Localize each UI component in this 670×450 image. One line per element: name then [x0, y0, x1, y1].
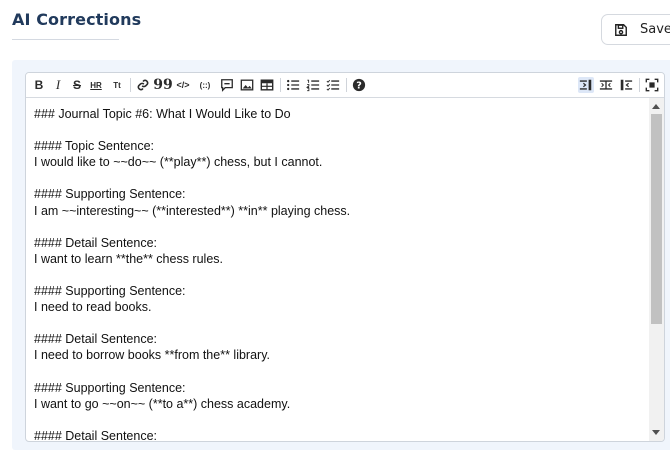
link-icon [137, 79, 149, 91]
fullscreen-button[interactable] [644, 77, 660, 93]
help-icon: ? [352, 78, 366, 92]
editor-line: I want to go ~~on~~ (**to a**) chess aca… [34, 396, 291, 411]
numbered-list-icon [306, 79, 320, 92]
svg-text:?: ? [356, 81, 362, 92]
code-block-button[interactable]: (::) [197, 77, 213, 93]
editor-line: I would like to ~~do~~ (**play**) chess,… [34, 155, 323, 170]
markdown-editor: B I S HR Tt 99 </> (::) ? ### Journal To… [25, 72, 665, 442]
fullscreen-icon [645, 78, 659, 92]
numbered-list-button[interactable] [305, 77, 321, 93]
quote-button[interactable]: 99 [153, 77, 172, 93]
toolbar-separator [346, 78, 347, 92]
editor-line: I need to read books. [34, 300, 152, 315]
preview-mode-icon [620, 79, 633, 91]
save-button-label: Save [640, 22, 670, 37]
toolbar-separator [639, 78, 640, 92]
preview-mode-button[interactable] [618, 77, 634, 93]
editor-line: #### Detail Sentence: [34, 235, 158, 250]
editor-scrollbar[interactable] [649, 98, 664, 441]
checklist-icon [326, 79, 340, 91]
page-title: AI Corrections [12, 10, 142, 29]
live-mode-icon [599, 80, 613, 90]
strikethrough-button[interactable]: S [69, 77, 85, 93]
editor-line: ### Journal Topic #6: What I Would Like … [34, 107, 291, 121]
title-underline [12, 39, 119, 40]
editor-line: #### Detail Sentence: [34, 428, 158, 441]
edit-mode-icon [579, 79, 592, 91]
table-icon [260, 79, 274, 91]
italic-button[interactable]: I [50, 77, 66, 93]
help-button[interactable]: ? [351, 77, 367, 93]
editor-toolbar: B I S HR Tt 99 </> (::) ? [26, 73, 664, 98]
editor-line: I am ~~interesting~~ (**interested**) **… [34, 203, 351, 218]
editor-line: #### Topic Sentence: [34, 139, 155, 154]
bold-button[interactable]: B [31, 77, 47, 93]
image-button[interactable] [239, 77, 255, 93]
editor-line: #### Supporting Sentence: [34, 187, 186, 202]
comment-button[interactable] [219, 77, 235, 93]
comment-icon [221, 79, 233, 92]
scroll-up-arrow[interactable] [652, 104, 660, 109]
horizontal-rule-button[interactable]: HR [88, 77, 104, 93]
checklist-button[interactable] [325, 77, 341, 93]
editor-line: #### Detail Sentence: [34, 332, 158, 347]
table-button[interactable] [259, 77, 275, 93]
code-button[interactable]: </> [175, 77, 191, 93]
save-button[interactable]: Save [601, 14, 670, 45]
scroll-down-arrow[interactable] [652, 430, 660, 435]
link-button[interactable] [135, 77, 151, 93]
title-button[interactable]: Tt [109, 77, 125, 93]
bulleted-list-icon [287, 79, 300, 91]
editor-line: I need to borrow books **from the** libr… [34, 348, 270, 363]
toolbar-separator [130, 78, 131, 92]
edit-mode-button[interactable] [578, 77, 594, 93]
editor-line: #### Supporting Sentence: [34, 380, 186, 395]
toolbar-separator [280, 78, 281, 92]
scrollbar-thumb[interactable] [651, 114, 662, 324]
markdown-textarea[interactable]: ### Journal Topic #6: What I Would Like … [26, 98, 648, 441]
editor-line: #### Supporting Sentence: [34, 284, 186, 299]
editor-line: I want to learn **the** chess rules. [34, 251, 223, 266]
image-icon [240, 79, 254, 91]
live-mode-button[interactable] [598, 77, 614, 93]
bulleted-list-button[interactable] [285, 77, 301, 93]
save-icon [614, 23, 628, 37]
